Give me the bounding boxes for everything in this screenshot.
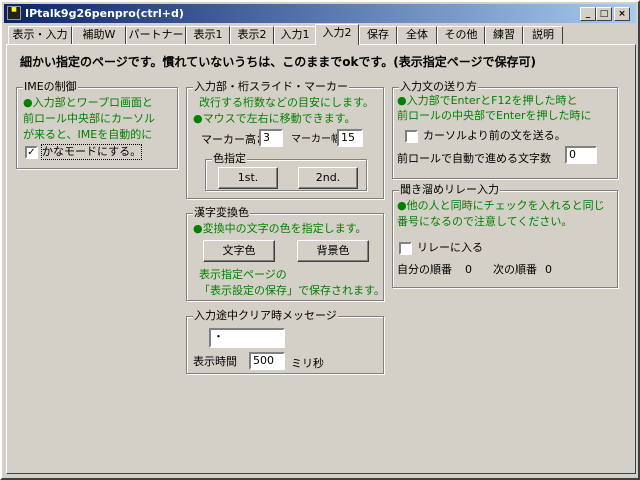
text-color-button[interactable]: 文字色 <box>203 240 275 262</box>
kanji-desc-line1: ●変換中の文字の色を指定します。 <box>193 222 367 235</box>
relay-desc-line2: 番号になるので注意してください。 <box>397 215 573 228</box>
my-order-value: 0 <box>465 263 472 276</box>
before-cursor-label[interactable]: カーソルより前の文を送る。 <box>423 129 566 143</box>
minimize-button[interactable]: _ <box>580 7 596 21</box>
auto-advance-input[interactable]: 0 <box>565 146 597 164</box>
display-time-label: 表示時間 <box>193 355 237 368</box>
kanji-group-title: 漢字変換色 <box>193 206 250 220</box>
marker-color-title: 色指定 <box>212 152 247 166</box>
ime-desc-line2: 前ロール中央部にカーソル <box>23 112 155 125</box>
kana-mode-checkbox[interactable]: ✓ <box>25 146 38 159</box>
relay-desc-line1: ●他の人と同時にチェックを入れると同じ <box>397 199 605 212</box>
marker-group-title: 入力部・桁スライド・マーカー <box>193 80 349 94</box>
tab-practice[interactable]: 練習 <box>485 26 523 44</box>
color-1st-button[interactable]: 1st. <box>218 167 278 189</box>
maximize-button[interactable]: □ <box>596 7 612 21</box>
clear-message-title: 入力途中クリア時メッセージ <box>193 309 338 323</box>
marker-height-label: マーカー高さ <box>201 133 267 146</box>
marker-group: 入力部・桁スライド・マーカー 改行する桁数などの目安にします。 ●マウスで左右に… <box>186 80 384 199</box>
close-button[interactable]: × <box>614 7 630 21</box>
ime-desc-line1: ●入力部とワープロ画面と <box>23 96 153 109</box>
send-desc-line1: ●入力部でEnterとF12を押した時と <box>397 94 578 107</box>
marker-height-input[interactable]: 3 <box>259 129 283 147</box>
tab-assist-w[interactable]: 補助W <box>72 26 126 44</box>
color-2nd-button[interactable]: 2nd. <box>298 167 358 189</box>
tab-input1[interactable]: 入力1 <box>274 26 316 44</box>
display-time-input[interactable]: 500 <box>249 352 285 370</box>
marker-width-label: マーカー幅 <box>291 134 341 145</box>
kana-mode-label[interactable]: かなモードにする。 <box>40 144 143 160</box>
main-window: ■ IPtalk9g26penpro(ctrl+d) _ □ × 表示・入力 補… <box>0 0 640 480</box>
ime-group: IMEの制御 ●入力部とワープロ画面と 前ロール中央部にカーソル が来ると、IM… <box>16 80 178 169</box>
auto-advance-label: 前ロールで自動で進める文字数 <box>397 152 551 165</box>
display-time-unit: ミリ秒 <box>291 357 324 370</box>
relay-group: 聞き溜めリレー入力 ●他の人と同時にチェックを入れると同じ 番号になるので注意し… <box>392 183 618 288</box>
tab-strip: 表示・入力 補助W パートナー 表示1 表示2 入力1 入力2 保存 全体 その… <box>8 24 636 45</box>
title-bar[interactable]: ■ IPtalk9g26penpro(ctrl+d) _ □ × <box>4 4 636 23</box>
kanji-color-group: 漢字変換色 ●変換中の文字の色を指定します。 文字色 背景色 表示指定ページの … <box>186 206 385 301</box>
tab-all[interactable]: 全体 <box>397 26 437 44</box>
join-relay-label[interactable]: リレーに入る <box>417 241 483 255</box>
tab-display-input[interactable]: 表示・入力 <box>8 26 72 44</box>
window-title: IPtalk9g26penpro(ctrl+d) <box>25 7 184 20</box>
marker-width-input[interactable]: 15 <box>337 129 363 147</box>
send-method-group: 入力文の送り方 ●入力部でEnterとF12を押した時と 前ロールの中央部でEn… <box>392 80 618 179</box>
bg-color-button[interactable]: 背景色 <box>297 240 369 262</box>
kanji-note-line2: 「表示設定の保存」で保存されます。 <box>199 284 385 297</box>
ime-desc-line3: が来ると、IMEを自動的に <box>23 128 153 141</box>
tab-display2[interactable]: 表示2 <box>230 26 274 44</box>
tab-help[interactable]: 説明 <box>523 26 563 44</box>
next-order-label: 次の順番 <box>493 263 537 276</box>
marker-desc-line1: 改行する桁数などの目安にします。 <box>199 96 374 109</box>
kanji-note-line1: 表示指定ページの <box>199 268 287 281</box>
my-order-label: 自分の順番 <box>397 263 452 276</box>
next-order-value: 0 <box>545 263 552 276</box>
tab-other[interactable]: その他 <box>437 26 485 44</box>
send-desc-line2: 前ロールの中央部でEnterを押した時に <box>397 109 592 122</box>
app-icon[interactable]: ■ <box>7 6 21 20</box>
join-relay-checkbox[interactable] <box>399 242 412 255</box>
marker-color-group: 色指定 1st. 2nd. <box>205 152 367 191</box>
page-heading: 細かい指定のページです。慣れていないうちは、このままでokです。(表示指定ページ… <box>20 55 536 69</box>
tab-input2[interactable]: 入力2 <box>315 24 359 45</box>
ime-group-title: IMEの制御 <box>23 80 78 94</box>
clear-message-input[interactable]: ・ <box>209 328 285 348</box>
before-cursor-checkbox[interactable] <box>405 130 418 143</box>
relay-group-title: 聞き溜めリレー入力 <box>399 183 500 197</box>
clear-message-group: 入力途中クリア時メッセージ ・ 表示時間 500 ミリ秒 <box>186 309 384 374</box>
marker-desc-line2: ●マウスで左右に移動できます。 <box>193 112 356 125</box>
tab-save[interactable]: 保存 <box>359 26 397 44</box>
send-method-title: 入力文の送り方 <box>399 80 478 94</box>
tab-display1[interactable]: 表示1 <box>186 26 230 44</box>
tab-partner[interactable]: パートナー <box>126 26 186 44</box>
